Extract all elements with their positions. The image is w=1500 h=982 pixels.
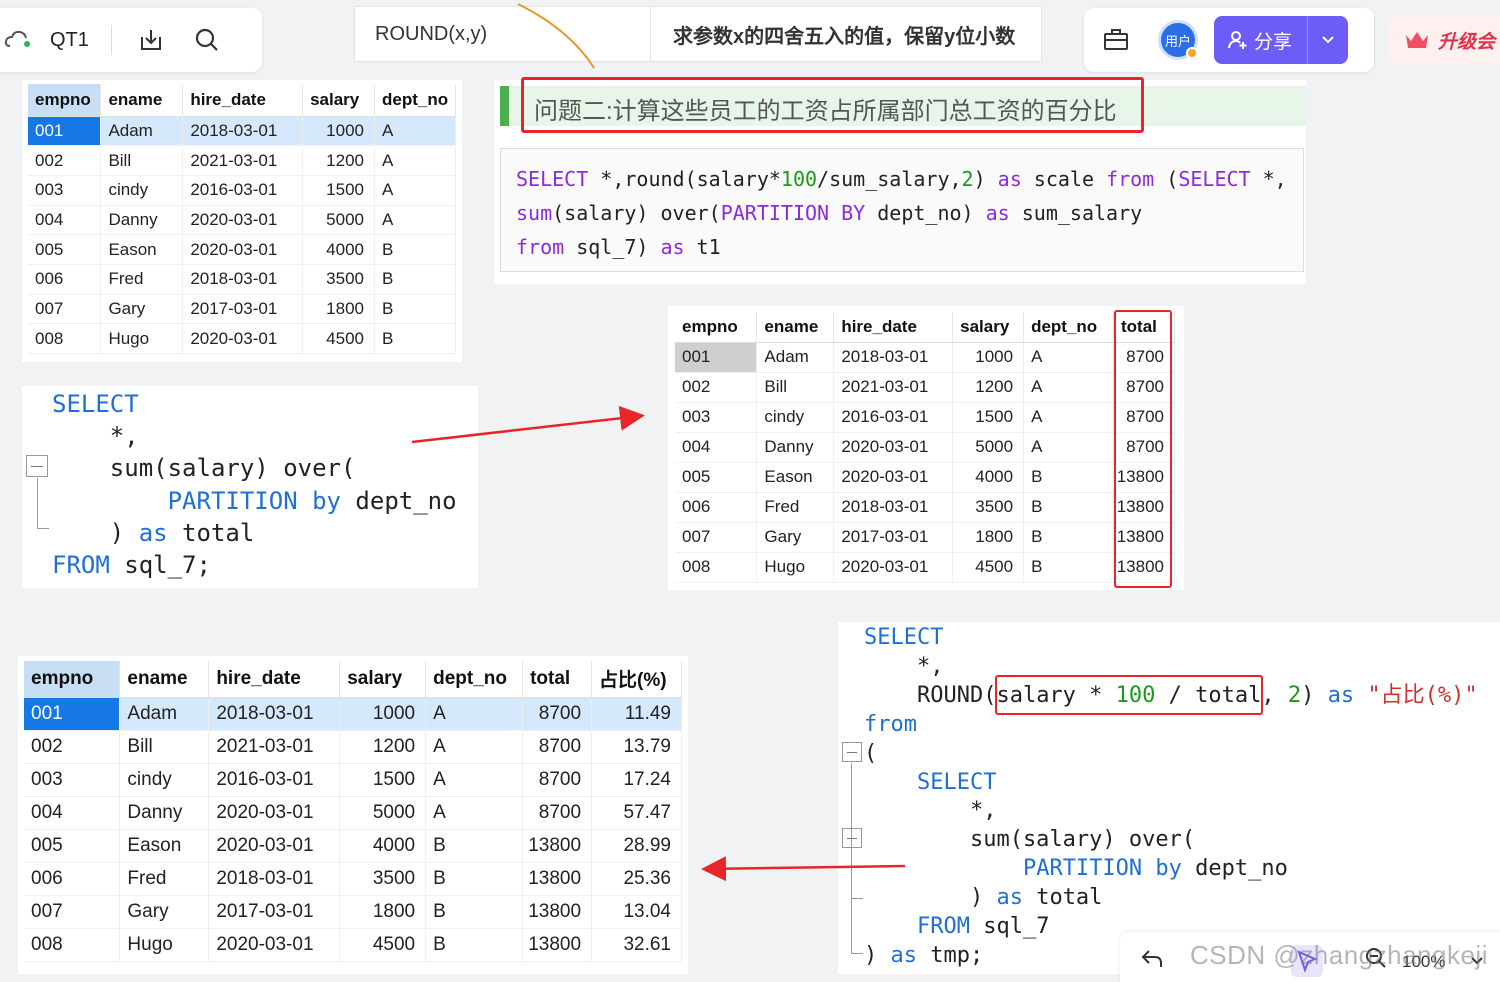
- arrow-to-total-table: [411, 405, 645, 444]
- undo-icon[interactable]: [1140, 946, 1164, 970]
- arrow-to-result-table: [701, 856, 906, 882]
- arrow-layer: [411, 405, 906, 882]
- watermark: CSDN @zhangzhangkeji: [1190, 940, 1488, 970]
